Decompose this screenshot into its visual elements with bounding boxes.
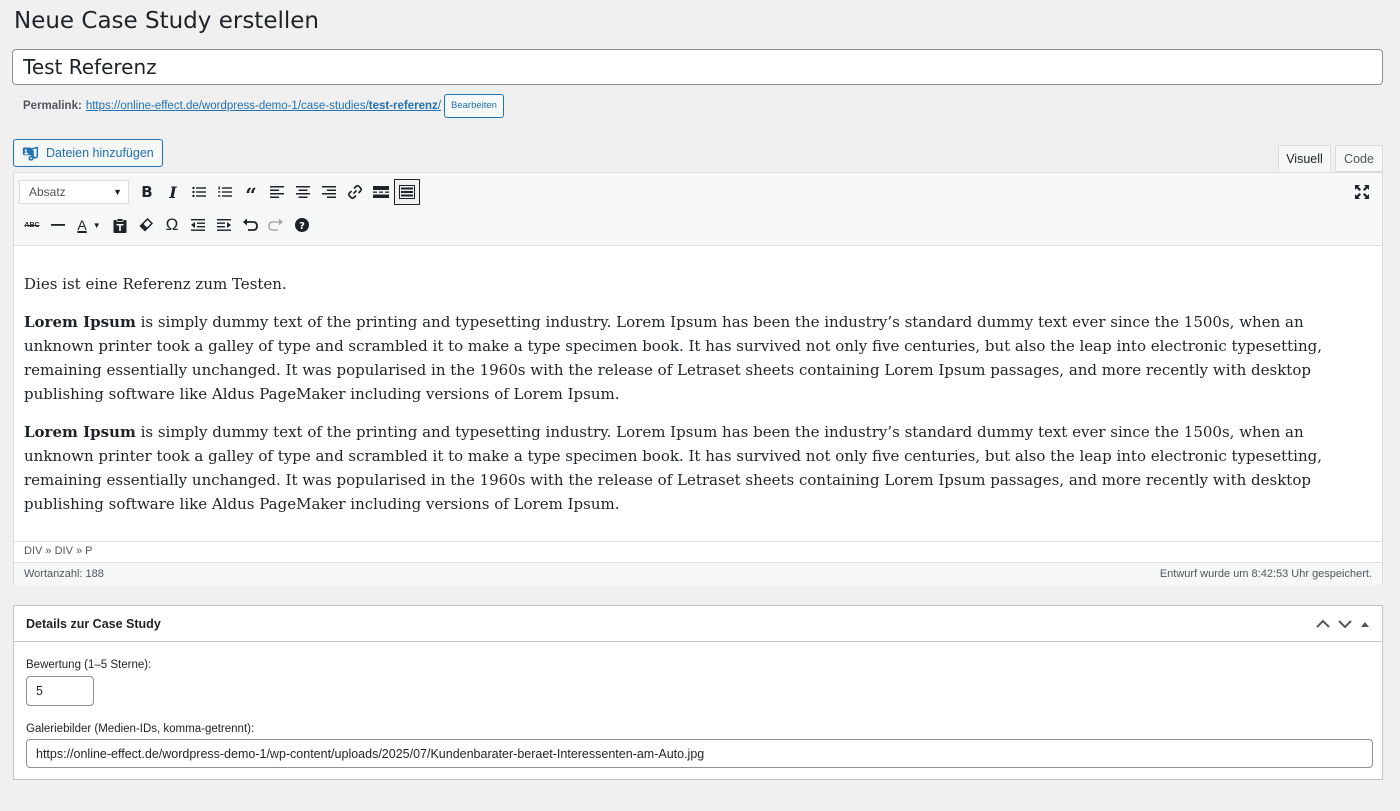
gallery-input[interactable]: https://online-effect.de/wordpress-demo-… [26, 739, 1373, 768]
case-study-details-metabox: Details zur Case Study Bewertung (1–5 St… [13, 605, 1383, 780]
gallery-label: Galeriebilder (Medien-IDs, komma-getrenn… [26, 723, 255, 735]
undo-icon[interactable] [237, 212, 263, 238]
paste-text-icon[interactable] [107, 212, 133, 238]
permalink-base: https://online-effect.de/wordpress-demo-… [85, 100, 369, 112]
svg-text:?: ? [299, 221, 305, 232]
permalink-trail: / [437, 100, 442, 112]
read-more-icon[interactable] [368, 179, 394, 205]
special-character-icon[interactable]: Ω [159, 212, 185, 238]
paragraph-lorem-1: Lorem Ipsum is simply dummy text of the … [24, 310, 1365, 406]
toolbar-toggle-icon[interactable] [394, 179, 420, 205]
post-title-input[interactable]: Test Referenz [12, 49, 1383, 85]
tab-code[interactable]: Code [1335, 145, 1383, 172]
indent-icon[interactable] [211, 212, 237, 238]
page-title: Neue Case Study erstellen [14, 8, 319, 34]
outdent-icon[interactable] [185, 212, 211, 238]
tab-visual[interactable]: Visuell [1278, 145, 1331, 172]
format-select-value: Absatz [29, 185, 66, 199]
link-icon[interactable] [342, 179, 368, 205]
paragraph-lorem-2: Lorem Ipsum is simply dummy text of the … [24, 420, 1365, 516]
lorem-text: is simply dummy text of the printing and… [24, 313, 1322, 403]
lorem-bold: Lorem Ipsum [24, 313, 136, 331]
align-center-icon[interactable] [290, 179, 316, 205]
text-color-icon[interactable]: A ▼ [71, 212, 107, 238]
bullet-list-icon[interactable] [186, 179, 212, 205]
permalink-row: Permalink: https://online-effect.de/word… [23, 93, 504, 119]
clear-formatting-icon[interactable] [133, 212, 159, 238]
align-right-icon[interactable] [316, 179, 342, 205]
strikethrough-icon[interactable]: ABC [19, 212, 45, 238]
autosave-status: Entwurf wurde um 8:42:53 Uhr gespeichert… [1159, 568, 1372, 580]
format-select[interactable]: Absatz ▼ [19, 180, 129, 204]
toolbar-row-2: ABC A ▼ Ω ? [19, 210, 315, 240]
italic-icon[interactable]: I [160, 179, 186, 205]
permalink-label: Permalink: [23, 100, 82, 112]
rating-label: Bewertung (1–5 Sterne): [26, 659, 152, 671]
permalink-link[interactable]: https://online-effect.de/wordpress-demo-… [86, 100, 441, 112]
media-icon [22, 146, 39, 161]
editor: Absatz ▼ B I “ ABC A ▼ Ω ? Dies ist eine… [13, 172, 1383, 585]
blockquote-icon[interactable]: “ [238, 176, 264, 208]
editor-content[interactable]: Dies ist eine Referenz zum Testen. Lorem… [14, 246, 1382, 542]
bold-icon[interactable]: B [134, 179, 160, 205]
paragraph-intro: Dies ist eine Referenz zum Testen. [24, 275, 287, 293]
redo-icon[interactable] [263, 212, 289, 238]
lorem-bold: Lorem Ipsum [24, 423, 136, 441]
toggle-panel-icon[interactable] [1360, 620, 1370, 628]
chevron-down-icon: ▼ [113, 187, 122, 197]
horizontal-line-icon[interactable] [45, 212, 71, 238]
permalink-slug: test-referenz [368, 100, 438, 112]
metabox-title: Details zur Case Study [26, 616, 161, 631]
align-left-icon[interactable] [264, 179, 290, 205]
add-media-button[interactable]: Dateien hinzufügen [13, 139, 163, 167]
help-icon[interactable]: ? [289, 212, 315, 238]
fullscreen-icon[interactable] [1351, 181, 1373, 203]
word-count: Wortanzahl: 188 [24, 568, 104, 580]
toolbar-row-1: Absatz ▼ B I “ [19, 177, 420, 207]
element-path[interactable]: DIV » DIV » P [14, 541, 1382, 562]
rating-input[interactable]: 5 [26, 676, 94, 706]
edit-permalink-button[interactable]: Bearbeiten [444, 94, 504, 118]
metabox-header: Details zur Case Study [14, 606, 1382, 642]
editor-status-bar: Wortanzahl: 188 Entwurf wurde um 8:42:53… [14, 562, 1382, 585]
editor-toolbar: Absatz ▼ B I “ ABC A ▼ Ω ? [14, 173, 1382, 246]
move-down-icon[interactable] [1338, 619, 1352, 629]
add-media-label: Dateien hinzufügen [46, 146, 154, 160]
lorem-text: is simply dummy text of the printing and… [24, 423, 1322, 513]
numbered-list-icon[interactable] [212, 179, 238, 205]
move-up-icon[interactable] [1316, 619, 1330, 629]
metabox-controls [1316, 619, 1370, 629]
